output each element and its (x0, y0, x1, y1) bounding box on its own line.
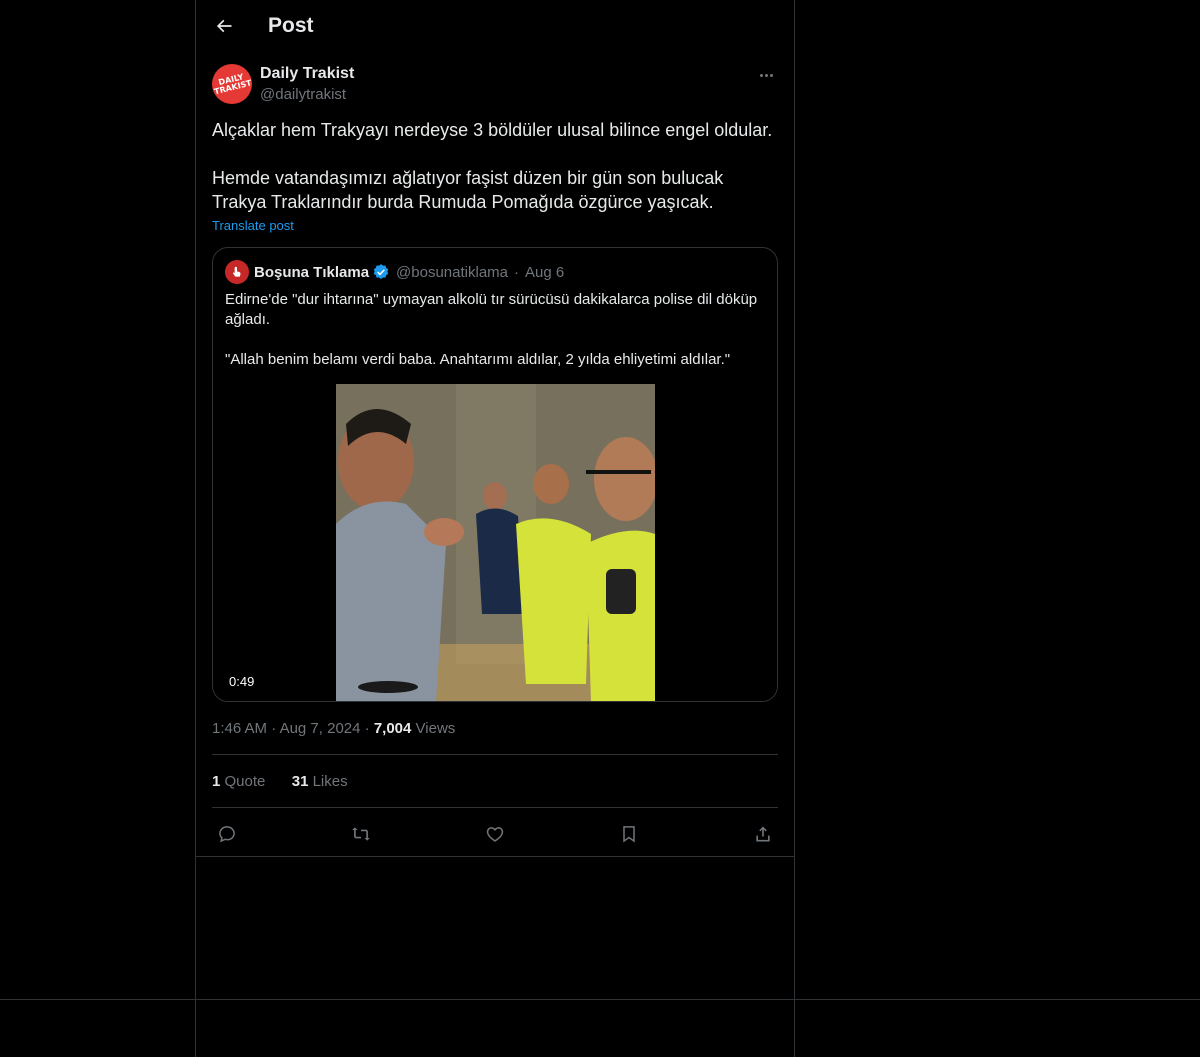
post: DAILY TRAKIST Daily Trakist @dailytrakist… (212, 62, 778, 843)
video-thumbnail (336, 384, 655, 701)
separator-dot: · (271, 720, 280, 737)
author-avatar[interactable]: DAILY TRAKIST (212, 64, 252, 104)
share-icon (756, 826, 770, 842)
verified-badge-icon (372, 263, 390, 281)
main-column: Post DAILY TRAKIST Daily Trakist @dailytr… (195, 0, 795, 1057)
post-stats: 1 Quote 31 Likes (212, 773, 348, 790)
post-actions (212, 818, 778, 846)
author-handle[interactable]: @dailytrakist (260, 86, 346, 103)
more-dot-icon (764, 73, 768, 77)
likes-count: 31 (291, 773, 309, 790)
views-label: Views (415, 720, 456, 737)
quoted-author-handle[interactable]: @bosunatiklama (396, 264, 508, 281)
back-button[interactable] (206, 8, 242, 44)
post-date[interactable]: Aug 7, 2024 (280, 720, 361, 737)
author-name[interactable]: Daily Trakist (260, 65, 354, 83)
quoted-post-card[interactable]: Boşuna Tıklama @bosunatiklama · Aug 6 Ed… (212, 247, 778, 702)
translate-post-link[interactable]: Translate post (212, 218, 294, 233)
post-author-row: DAILY TRAKIST Daily Trakist @dailytrakist (212, 62, 778, 108)
quotes-stat[interactable]: 1 Quote (212, 773, 265, 790)
more-options-button[interactable] (754, 65, 778, 85)
quote-count: 1 (212, 773, 221, 790)
post-bottom-border (196, 856, 794, 857)
video-duration: 0:49 (223, 673, 261, 690)
separator-dot: · (364, 720, 374, 737)
arrow-left-icon (216, 19, 232, 33)
post-text: Alçaklar hem Trakyayı nerdeyse 3 böldüle… (212, 120, 773, 212)
page-title: Post (268, 14, 314, 37)
more-dot-icon (759, 73, 763, 77)
bookmark-icon (623, 826, 635, 843)
reply-icon (219, 826, 235, 843)
video-thumbnail-scene (336, 384, 655, 701)
heart-icon (486, 827, 504, 842)
video-player[interactable]: 0:49 (213, 384, 777, 701)
reply-button[interactable] (213, 820, 241, 848)
likes-stat[interactable]: 31 Likes (292, 773, 348, 790)
quoted-post-date[interactable]: Aug 6 (525, 264, 564, 281)
views-count: 7,004 (373, 720, 412, 737)
repost-button[interactable] (347, 820, 375, 848)
quoted-post-header: Boşuna Tıklama @bosunatiklama · Aug 6 (225, 260, 564, 284)
repost-icon (352, 827, 370, 841)
more-dot-icon (769, 73, 773, 77)
separator-dot: · (514, 263, 519, 281)
post-meta: 1:46 AM · Aug 7, 2024 · 7,004 Views (212, 720, 455, 737)
like-button[interactable] (481, 820, 509, 848)
quote-label: Quote (224, 773, 266, 790)
divider (212, 807, 778, 808)
likes-label: Likes (312, 773, 348, 790)
quoted-author-name[interactable]: Boşuna Tıklama (254, 264, 369, 281)
page-header: Post (196, 0, 794, 54)
share-button[interactable] (749, 820, 777, 848)
avatar-logo-text: DAILY TRAKIST (213, 72, 252, 97)
page-bottom-border (0, 999, 1200, 1000)
quoted-author-avatar[interactable] (225, 260, 249, 284)
quoted-post-text: Edirne'de "dur ihtarına" uymayan alkolü … (225, 291, 758, 368)
post-time[interactable]: 1:46 AM (212, 720, 267, 737)
divider (212, 754, 778, 755)
pointer-hand-icon (232, 266, 241, 277)
bookmark-button[interactable] (615, 820, 643, 848)
